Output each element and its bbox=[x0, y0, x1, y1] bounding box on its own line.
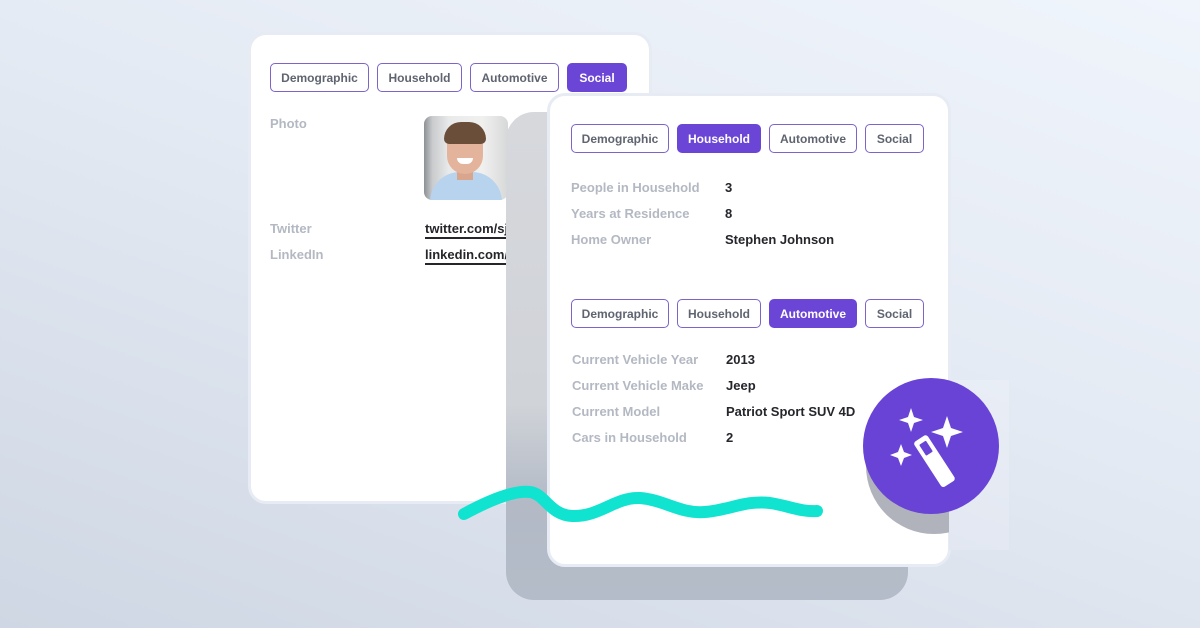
vehicle-model-label: Current Model bbox=[572, 404, 661, 419]
tab-social[interactable]: Social bbox=[865, 124, 924, 153]
household-panel-tabs: Demographic Household Automotive Social bbox=[571, 124, 924, 153]
profile-photo bbox=[424, 116, 508, 200]
twitter-label: Twitter bbox=[270, 221, 312, 236]
tab-household[interactable]: Household bbox=[677, 124, 761, 153]
vehicle-make-value: Jeep bbox=[726, 378, 756, 393]
magic-wand-icon bbox=[890, 408, 963, 488]
tab-social[interactable]: Social bbox=[567, 63, 627, 92]
tab-automotive[interactable]: Automotive bbox=[470, 63, 559, 92]
home-owner-label: Home Owner bbox=[571, 232, 652, 247]
social-card-tabs: Demographic Household Automotive Social bbox=[270, 63, 627, 92]
tab-social[interactable]: Social bbox=[865, 299, 924, 328]
magic-badge bbox=[863, 378, 999, 514]
tab-household[interactable]: Household bbox=[677, 299, 761, 328]
tab-household[interactable]: Household bbox=[377, 63, 462, 92]
tab-automotive[interactable]: Automotive bbox=[769, 124, 857, 153]
people-in-household-value: 3 bbox=[725, 180, 733, 195]
cars-in-household-label: Cars in Household bbox=[572, 430, 687, 445]
vehicle-model-value: Patriot Sport SUV 4D bbox=[726, 404, 856, 419]
vehicle-make-label: Current Vehicle Make bbox=[572, 378, 704, 393]
automotive-panel-tabs: Demographic Household Automotive Social bbox=[571, 299, 924, 328]
cars-in-household-value: 2 bbox=[726, 430, 734, 445]
home-owner-value: Stephen Johnson bbox=[725, 232, 835, 247]
vehicle-year-label: Current Vehicle Year bbox=[572, 352, 699, 367]
years-at-residence-value: 8 bbox=[725, 206, 733, 221]
years-at-residence-label: Years at Residence bbox=[571, 206, 690, 221]
vehicle-year-value: 2013 bbox=[726, 352, 755, 367]
tab-demographic[interactable]: Demographic bbox=[571, 124, 669, 153]
linkedin-label: LinkedIn bbox=[270, 247, 324, 262]
people-in-household-label: People in Household bbox=[571, 180, 700, 195]
tab-demographic[interactable]: Demographic bbox=[571, 299, 669, 328]
photo-label: Photo bbox=[270, 116, 307, 131]
tab-demographic[interactable]: Demographic bbox=[270, 63, 369, 92]
tab-automotive[interactable]: Automotive bbox=[769, 299, 857, 328]
